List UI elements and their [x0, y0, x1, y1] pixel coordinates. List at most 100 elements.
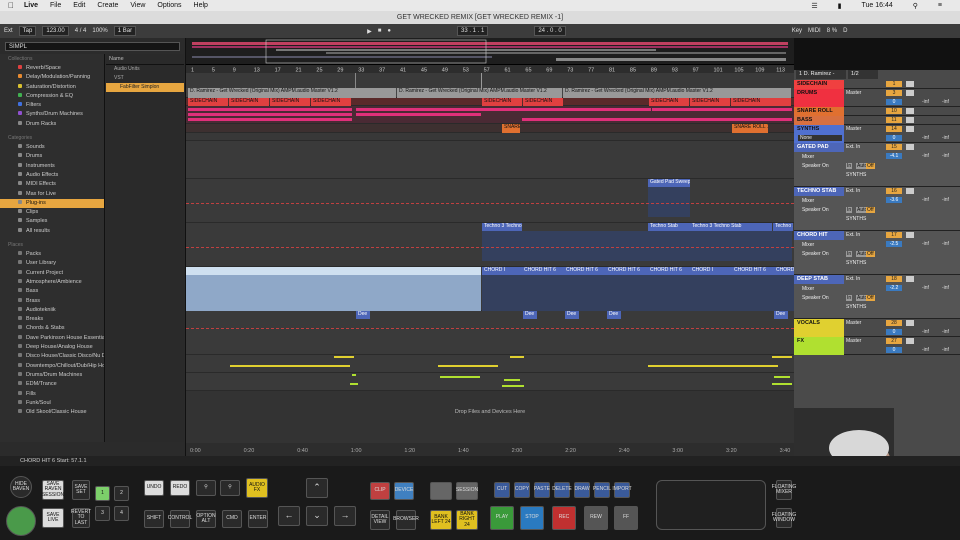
input-select[interactable]: Ext. In [846, 188, 860, 194]
ext-sync-button[interactable]: Ext [4, 28, 13, 34]
output-routing[interactable]: Master [846, 338, 861, 344]
zoom-out-icon[interactable]: ⚲ [196, 480, 216, 496]
monitor-off-button[interactable]: Off [866, 251, 875, 257]
category-item[interactable]: All results [0, 227, 104, 236]
audio-fx-button[interactable]: AUDIO FX [246, 478, 268, 498]
time-ruler[interactable]: 0:00 0:20 0:40 1:00 1:20 1:40 2:00 2:20 2:40 3:00… [186, 443, 794, 456]
tempo-field[interactable]: 123.00 [42, 26, 69, 36]
enter-button[interactable]: ENTER [248, 510, 268, 528]
mixer-track-name[interactable]: GATED PAD [794, 143, 844, 152]
track-activator[interactable] [906, 117, 914, 123]
deep-stab-clip[interactable]: Dee [565, 311, 579, 319]
menu-help[interactable]: Help [194, 2, 208, 9]
techno-stab-clip[interactable]: Techno 3 Techno Stab [482, 223, 522, 231]
track-activator[interactable] [906, 108, 914, 114]
file-item-selected[interactable]: FabFilter Simplon [106, 83, 184, 92]
track-number[interactable]: 17 [886, 232, 902, 238]
chord-hit-clip[interactable]: CHORD HIT 6 [732, 267, 774, 275]
play-icon[interactable]: ▶ [367, 28, 372, 35]
lane-vocals[interactable] [186, 355, 794, 373]
browser-search-input[interactable]: SIMPL [5, 42, 180, 51]
place-item[interactable]: Brass [0, 297, 104, 306]
group-sub-routing[interactable]: None [798, 135, 842, 141]
arrange-view-button[interactable] [430, 482, 452, 500]
gated-pad-clip[interactable]: Gated Pad Sweep [648, 179, 690, 187]
collection-item[interactable]: Compression & EQ [0, 92, 104, 101]
lane-snare[interactable]: SNARE SNARE ROLL 1 [186, 124, 794, 133]
track-number[interactable]: 27 [886, 338, 902, 344]
category-item[interactable]: Audio Effects [0, 171, 104, 180]
menu-clock[interactable]: Tue 16:44 [862, 2, 893, 9]
place-item[interactable]: Current Project [0, 269, 104, 278]
track-volume[interactable]: 0 [886, 99, 902, 105]
tool-import-button[interactable]: IMPORT [612, 482, 632, 498]
monitor-select[interactable]: Mixer [802, 286, 814, 292]
arrow-right-icon[interactable]: → [334, 506, 356, 526]
track-number[interactable]: 15 [886, 144, 902, 150]
time-signature[interactable]: 4 / 4 [75, 28, 87, 34]
place-item[interactable]: Fills [0, 390, 104, 399]
track-number[interactable]: 28 [886, 320, 902, 326]
chord-hit-clip[interactable]: CHORD HIT 6 [606, 267, 648, 275]
collection-item[interactable]: Saturation/Distortion [0, 83, 104, 92]
track-volume[interactable]: -4.1 [886, 153, 902, 159]
category-item[interactable]: Drums [0, 152, 104, 161]
mixer-track-name[interactable]: FX [794, 337, 844, 355]
category-item[interactable]: Samples [0, 217, 104, 226]
bank-left-button[interactable]: BANK LEFT 24 [430, 510, 452, 530]
collection-item[interactable]: Drum Racks [0, 120, 104, 129]
track-volume[interactable]: 0 [886, 135, 902, 141]
scene-4-button[interactable]: 4 [114, 506, 129, 521]
file-item-audio-units[interactable]: Audio Units [106, 65, 184, 74]
output-select[interactable]: Speaker On [802, 163, 829, 169]
lane-sidechain[interactable]: SIDECHAIN SIDECHAIN SIDECHAIN SIDECHAIN … [186, 98, 794, 106]
input-select[interactable]: Ext. In [846, 232, 860, 238]
tap-button[interactable]: Tap [18, 26, 37, 36]
track-activator[interactable] [906, 188, 914, 194]
save-raven-session-button[interactable]: SAVE RAVEN SESSION [42, 480, 64, 500]
lane-deep-stab[interactable]: Dee Dee Dee Dee Dee [186, 311, 794, 355]
cmd-button[interactable]: CMD [222, 510, 242, 528]
sidechain-clip[interactable]: SIDECHAIN [482, 98, 522, 106]
record-icon[interactable]: ● [387, 28, 391, 34]
arrow-left-icon[interactable]: ← [278, 506, 300, 526]
track-number[interactable]: 1 [886, 81, 902, 87]
deep-stab-clip[interactable]: Dee [607, 311, 621, 319]
redo-button[interactable]: REDO [170, 480, 190, 496]
bank-right-button[interactable]: BANK RIGHT 24 [456, 510, 478, 530]
arrow-up-icon[interactable]: ⌃ [306, 478, 328, 498]
detail-view-button[interactable]: DETAIL VIEW [370, 510, 390, 530]
control-button[interactable]: CONTROL [168, 510, 192, 528]
deep-stab-clip[interactable]: Dee [523, 311, 537, 319]
output-select[interactable]: Speaker On [802, 207, 829, 213]
category-item[interactable]: MIDI Effects [0, 180, 104, 189]
place-item[interactable]: Chords & Stabs [0, 324, 104, 333]
lane-synths-group[interactable] [186, 141, 794, 179]
search-icon[interactable]: ⚲ [913, 2, 918, 10]
place-item[interactable]: Bass [0, 287, 104, 296]
tool-pencil-button[interactable]: PENCIL [593, 482, 611, 498]
mixer-track-name[interactable]: SNARE ROLL [794, 107, 844, 116]
collection-item[interactable]: Reverb/Space [0, 64, 104, 73]
sidechain-clip[interactable]: SIDECHAIN [188, 98, 228, 106]
chord-hit-clip[interactable]: CHORD I [690, 267, 732, 275]
chord-hit-clip[interactable]: CHORD HIT 6 [648, 267, 690, 275]
loop-length-field[interactable]: 24 . 0 . 0 [534, 26, 566, 36]
track-number[interactable]: 10 [886, 108, 902, 114]
undo-button[interactable]: UNDO [144, 480, 164, 496]
techno-stab-clip[interactable]: Techno 3 Techno Stab [690, 223, 772, 231]
track-volume[interactable]: -2.2 [886, 285, 902, 291]
lane-audio[interactable]: D. Ramirez - Get Wrecked (Original Mix) … [186, 88, 794, 98]
sidechain-clip[interactable]: SIDECHAIN [311, 98, 351, 106]
monitor-in-button[interactable]: In [846, 251, 853, 257]
save-set-button[interactable]: SAVE SET [72, 480, 90, 500]
place-item[interactable]: Disco House/Classic Disco/Nu Disco [0, 352, 104, 361]
track-activator[interactable] [906, 126, 914, 132]
lane-techno-stab[interactable]: Techno 3 Techno Stab Techno Stab Techno … [186, 223, 794, 267]
monitor-in-button[interactable]: In [846, 207, 853, 213]
chord-hit-clip[interactable]: CHORD I [774, 267, 794, 275]
scene-1-button[interactable]: 1 [95, 486, 110, 501]
output-select[interactable]: Speaker On [802, 251, 829, 257]
group-routing[interactable]: SYNTHS [846, 216, 866, 222]
session-view-button[interactable]: SESSION [456, 482, 478, 500]
